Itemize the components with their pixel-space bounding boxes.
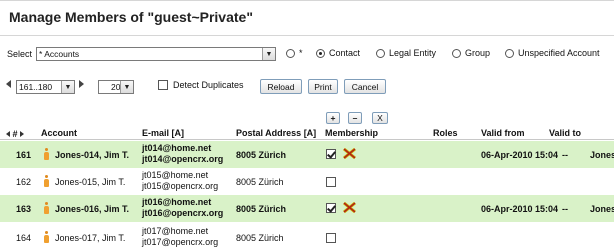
radio-all-button[interactable] (286, 48, 295, 58)
table-row[interactable]: 161 Jones-014, Jim T. jt014@home.net jt0… (0, 141, 614, 168)
page-title: Manage Members of "guest~Private" (9, 9, 253, 25)
valid-to: -- (562, 204, 568, 214)
column-valid-from[interactable]: Valid from (481, 128, 525, 138)
radio-unspecified-account-button[interactable] (505, 48, 514, 58)
valid-from: 06-Apr-2010 15:04 (481, 150, 559, 160)
radio-contact-label: Contact (329, 48, 361, 58)
radio-legal-entity[interactable]: Legal Entity (376, 48, 436, 58)
postal-address: 8005 Zürich (236, 150, 287, 160)
chevron-down-icon[interactable]: ▼ (61, 81, 74, 93)
remove-member-icon[interactable] (343, 202, 356, 213)
column-valid-to[interactable]: Valid to (549, 128, 581, 138)
contact-icon (44, 148, 49, 160)
radio-legal-entity-label: Legal Entity (389, 48, 437, 58)
account-name[interactable]: Jones-014, Jim T. (55, 150, 129, 160)
email-home[interactable]: jt017@home.net (142, 226, 208, 236)
next-page-icon[interactable] (79, 80, 84, 88)
column-nav-label: # (12, 129, 18, 139)
page-range-select[interactable]: 161..180 ▼ (16, 80, 75, 94)
postal-address: 8005 Zürich (236, 177, 284, 187)
email-work[interactable]: jt014@opencrx.org (142, 154, 223, 164)
sort-right-icon[interactable] (20, 131, 25, 137)
email-home[interactable]: jt014@home.net (142, 143, 211, 153)
account-type-select-value: * Accounts (39, 49, 80, 59)
previous-page-icon[interactable] (6, 80, 11, 88)
table-row[interactable]: 164 Jones-017, Jim T. jt017@home.net jt0… (0, 222, 614, 250)
account-name[interactable]: Jones-016, Jim T. (55, 204, 129, 214)
radio-unspecified-account-label: Unspecified Account (518, 48, 600, 58)
email-work[interactable]: jt017@opencrx.org (142, 237, 218, 247)
remove-member-icon[interactable] (343, 148, 356, 159)
row-extra: Jones (590, 150, 614, 160)
radio-all[interactable]: * (286, 48, 303, 58)
postal-address: 8005 Zürich (236, 204, 287, 214)
add-membership-button[interactable]: + (326, 112, 340, 124)
email-work[interactable]: jt015@opencrx.org (142, 181, 218, 191)
row-extra: Jones (590, 204, 614, 214)
row-number: 161 (16, 150, 32, 160)
account-name[interactable]: Jones-015, Jim T. (55, 177, 125, 187)
radio-contact[interactable]: Contact (316, 48, 360, 58)
page-size-value: 20 (111, 82, 121, 92)
page-size-select-box[interactable]: 20 ▼ (98, 80, 134, 94)
contact-icon (44, 175, 49, 187)
membership-checkbox[interactable] (326, 233, 336, 243)
membership-checkbox[interactable] (326, 177, 336, 187)
postal-address: 8005 Zürich (236, 233, 284, 243)
title-bar: Manage Members of "guest~Private" (0, 0, 614, 36)
pager-next[interactable] (79, 80, 84, 88)
column-membership[interactable]: Membership (325, 128, 378, 138)
contact-icon (44, 202, 49, 214)
cancel-button[interactable]: Cancel (344, 79, 386, 94)
column-account[interactable]: Account (41, 128, 77, 138)
page-size-select[interactable]: 20 ▼ (98, 80, 134, 94)
table-row[interactable]: 163 Jones-016, Jim T. jt016@home.net jt0… (0, 195, 614, 222)
sort-left-icon[interactable] (6, 131, 10, 137)
chevron-down-icon[interactable]: ▼ (120, 81, 133, 93)
detect-duplicates-label: Detect Duplicates (173, 80, 244, 90)
email-work[interactable]: jt016@opencrx.org (142, 208, 223, 218)
membership-checkbox[interactable] (326, 149, 336, 159)
radio-contact-button[interactable] (316, 48, 325, 58)
column-email[interactable]: E-mail [A] (142, 128, 184, 138)
email-home[interactable]: jt016@home.net (142, 197, 211, 207)
header-divider (0, 139, 614, 140)
valid-from: 06-Apr-2010 15:04 (481, 204, 559, 214)
row-number: 163 (16, 204, 32, 214)
pager-prev[interactable] (6, 80, 11, 88)
valid-to: -- (562, 150, 568, 160)
clear-membership-button[interactable]: X (372, 112, 388, 124)
page-range-select-box[interactable]: 161..180 ▼ (16, 80, 75, 94)
detect-duplicates-checkbox[interactable] (158, 80, 168, 90)
row-number: 164 (16, 233, 32, 243)
email-home[interactable]: jt015@home.net (142, 170, 208, 180)
table-row[interactable]: 162 Jones-015, Jim T. jt015@home.net jt0… (0, 168, 614, 195)
membership-checkbox[interactable] (326, 203, 336, 213)
contact-icon (44, 231, 49, 243)
chevron-down-icon[interactable]: ▼ (262, 48, 276, 60)
column-roles[interactable]: Roles (433, 128, 458, 138)
detect-duplicates[interactable]: Detect Duplicates (158, 80, 244, 90)
column-postal-address[interactable]: Postal Address [A] (236, 128, 316, 138)
column-nav[interactable]: # (6, 129, 25, 139)
radio-group-button[interactable] (452, 48, 461, 58)
select-label: Select (7, 49, 33, 59)
radio-group-label: Group (465, 48, 491, 58)
radio-legal-entity-button[interactable] (376, 48, 385, 58)
print-button[interactable]: Print (308, 79, 338, 94)
radio-group[interactable]: Group (452, 48, 490, 58)
row-number: 162 (16, 177, 32, 187)
radio-unspecified-account[interactable]: Unspecified Account (505, 48, 600, 58)
page-range-value: 161..180 (19, 82, 53, 92)
account-type-selector: Select * Accounts ▼ (7, 46, 277, 62)
radio-all-label: * (299, 48, 303, 58)
account-type-select[interactable]: * Accounts ▼ (36, 47, 277, 61)
remove-membership-button[interactable]: – (348, 112, 362, 124)
account-name[interactable]: Jones-017, Jim T. (55, 233, 125, 243)
reload-button[interactable]: Reload (260, 79, 302, 94)
